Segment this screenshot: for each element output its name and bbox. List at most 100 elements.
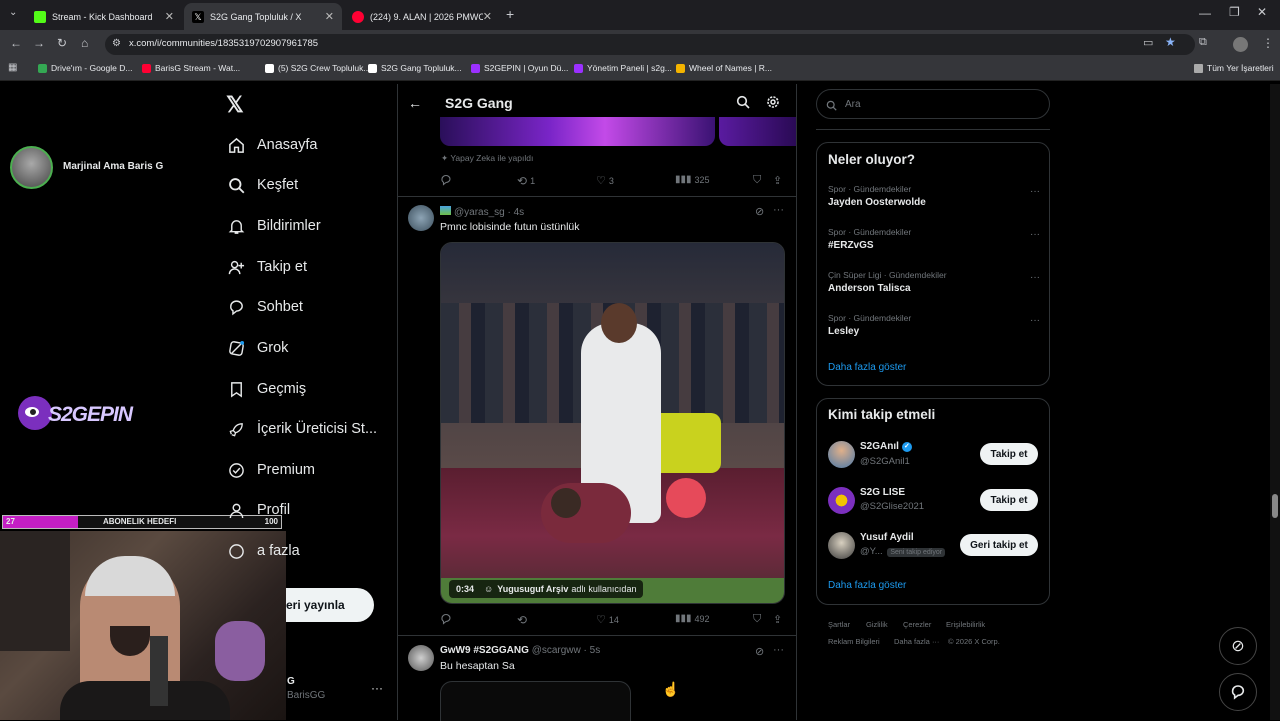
reply-button[interactable] (440, 613, 456, 625)
like-button[interactable]: ♡ 3 (596, 174, 614, 187)
post-handle[interactable]: @yaras_sg (454, 207, 505, 218)
post-handle[interactable]: @scargww (532, 645, 581, 656)
footer-link-terms[interactable]: Şartlar (828, 620, 850, 629)
forward-icon[interactable]: → (33, 36, 45, 50)
footer-link-ads[interactable]: Reklam Bilgileri (828, 637, 880, 646)
grok-post-icon[interactable]: ⊘ (755, 645, 764, 658)
browser-tab-x[interactable]: 𝕏 S2G Gang Topluluk / X ✕ (184, 3, 342, 30)
trend-more-icon[interactable]: ··· (1030, 315, 1040, 326)
user-avatar[interactable] (828, 487, 855, 514)
extensions-icon[interactable]: ⧉ (1199, 36, 1207, 49)
browser-tab-youtube[interactable]: (224) 9. ALAN | 2026 PMWC Ş... ✕ (344, 3, 500, 30)
post-image-top-second[interactable] (719, 117, 796, 146)
bookmark-post-icon[interactable]: ⛉ (753, 613, 761, 626)
video-source[interactable]: Yugusuguf Arşiv (497, 584, 568, 594)
post-author-avatar[interactable] (408, 645, 434, 671)
site-info-icon[interactable]: ⚙ (112, 38, 121, 49)
all-bookmarks-folder[interactable]: Tüm Yer İşaretleri (1194, 63, 1274, 73)
trend-more-icon[interactable]: ··· (1030, 229, 1040, 240)
cast-icon[interactable]: ▭ (1143, 36, 1153, 49)
trend-item[interactable]: Spor · Gündemdekiler Jayden Oosterwolde ··… (828, 184, 1040, 208)
trend-item[interactable]: Çin Süper Ligi · Gündemdekiler Anderson T… (828, 270, 1040, 294)
user-name[interactable]: Yusuf Aydil (860, 532, 914, 543)
follow-button[interactable]: Takip et (980, 443, 1038, 465)
trend-item[interactable]: Spor · Gündemdekiler Lesley ··· (828, 313, 1040, 337)
trend-item[interactable]: Spor · Gündemdekiler #ERZvGS ··· (828, 227, 1040, 251)
search-input[interactable]: Ara (816, 89, 1050, 119)
views-button[interactable]: ▮▮▮ 325 (675, 174, 710, 185)
user-avatar[interactable] (828, 441, 855, 468)
post-video[interactable]: 0:34 ☺ Yugusuguf Arşiv adlı kullanıcıdan (440, 242, 785, 604)
user-avatar[interactable] (828, 532, 855, 559)
browser-tab-kick[interactable]: Stream - Kick Dashboard ✕ (26, 3, 182, 30)
repost-button[interactable]: ⟲ (517, 613, 527, 627)
close-tab-icon[interactable]: ✕ (165, 10, 174, 23)
address-bar[interactable]: x.com/i/communities/1835319702907961785 (105, 34, 1195, 55)
bookmark-item[interactable]: S2GEPIN | Oyun Dü... (471, 63, 568, 73)
share-icon[interactable]: ⇪ (773, 174, 782, 187)
community-settings-icon[interactable] (766, 95, 780, 114)
sidebar-item[interactable]: a fazla (227, 542, 300, 560)
post-time[interactable]: 4s (514, 207, 525, 218)
views-button[interactable]: ▮▮▮ 492 (675, 613, 710, 624)
bookmark-post-icon[interactable]: ⛉ (753, 174, 761, 187)
close-window-icon[interactable]: ✕ (1257, 5, 1267, 19)
sidebar-item[interactable]: Anasayfa (227, 136, 317, 154)
sidebar-item[interactable]: Grok (227, 339, 288, 357)
tab-search-chevron-icon[interactable]: ⌄ (9, 7, 17, 18)
page-scrollbar[interactable] (1270, 84, 1280, 720)
trend-more-icon[interactable]: ··· (1030, 186, 1040, 197)
scrollbar-thumb[interactable] (1272, 494, 1278, 518)
bookmark-star-icon[interactable]: ★ (1165, 35, 1176, 49)
apps-grid-icon[interactable]: ▦ (8, 62, 17, 73)
menu-kebab-icon[interactable]: ⋮ (1262, 36, 1274, 50)
footer-link-cookies[interactable]: Çerezler (903, 620, 931, 629)
sidebar-item[interactable]: Takip et (227, 258, 307, 276)
messages-fab-icon[interactable] (1219, 673, 1257, 711)
reply-button[interactable] (440, 174, 456, 186)
like-button[interactable]: ♡ 14 (596, 613, 619, 626)
post-media[interactable] (440, 681, 631, 721)
bookmark-item[interactable]: (5) S2G Crew Topluluk... (265, 63, 370, 73)
follow-button[interactable]: Takip et (980, 489, 1038, 511)
bookmark-item[interactable]: Yönetim Paneli | s2g... (574, 63, 672, 73)
sidebar-item[interactable]: İçerik Üreticisi St... (227, 420, 377, 438)
post-author-avatar[interactable] (408, 205, 434, 231)
repost-button[interactable]: ⟲ 1 (517, 174, 535, 188)
home-button-icon[interactable]: ⌂ (81, 36, 88, 50)
back-icon[interactable]: ← (10, 36, 22, 50)
sidebar-item[interactable]: Profil (227, 501, 290, 519)
trends-show-more[interactable]: Daha fazla göster (828, 362, 906, 373)
back-arrow-icon[interactable]: ← (408, 95, 422, 111)
post-image-top[interactable] (440, 117, 715, 146)
bookmark-item[interactable]: Drive'ım - Google D... (38, 63, 132, 73)
close-tab-icon[interactable]: ✕ (325, 10, 334, 23)
post-more-icon[interactable]: ··· (773, 644, 784, 656)
sidebar-item[interactable]: Premium (227, 461, 315, 479)
grok-fab-icon[interactable]: ⊘ (1219, 627, 1257, 665)
sidebar-item[interactable]: Geçmiş (227, 380, 306, 398)
trend-more-icon[interactable]: ··· (1030, 272, 1040, 283)
bookmark-item[interactable]: Wheel of Names | R... (676, 63, 772, 73)
post-author-name[interactable]: GwW9 #S2GGANG (440, 645, 529, 656)
footer-link-privacy[interactable]: Gizlilik (866, 620, 888, 629)
sidebar-item[interactable]: Keşfet (227, 176, 298, 194)
sidebar-item[interactable]: Bildirimler (227, 217, 321, 235)
post-time[interactable]: 5s (590, 645, 601, 656)
post-button[interactable]: eri yayınla (286, 588, 374, 622)
minimize-icon[interactable]: — (1199, 6, 1211, 20)
footer-link-accessibility[interactable]: Erişilebilirlik (946, 620, 985, 629)
bookmark-item[interactable]: BarisG Stream - Wat... (142, 63, 240, 73)
bookmark-item[interactable]: S2G Gang Topluluk... (368, 63, 462, 73)
close-tab-icon[interactable]: ✕ (483, 10, 492, 23)
footer-link-more[interactable]: Daha fazla ··· (894, 637, 939, 646)
x-logo-icon[interactable]: 𝕏 (226, 92, 244, 118)
new-tab-icon[interactable]: + (506, 6, 514, 22)
profile-avatar[interactable] (1233, 37, 1248, 52)
share-icon[interactable]: ⇪ (773, 613, 782, 626)
sidebar-item[interactable]: Sohbet (227, 298, 303, 316)
reload-icon[interactable]: ↻ (57, 36, 67, 50)
grok-post-icon[interactable]: ⊘ (755, 205, 764, 218)
community-search-icon[interactable] (736, 95, 750, 114)
account-menu-icon[interactable]: ··· (371, 681, 383, 695)
